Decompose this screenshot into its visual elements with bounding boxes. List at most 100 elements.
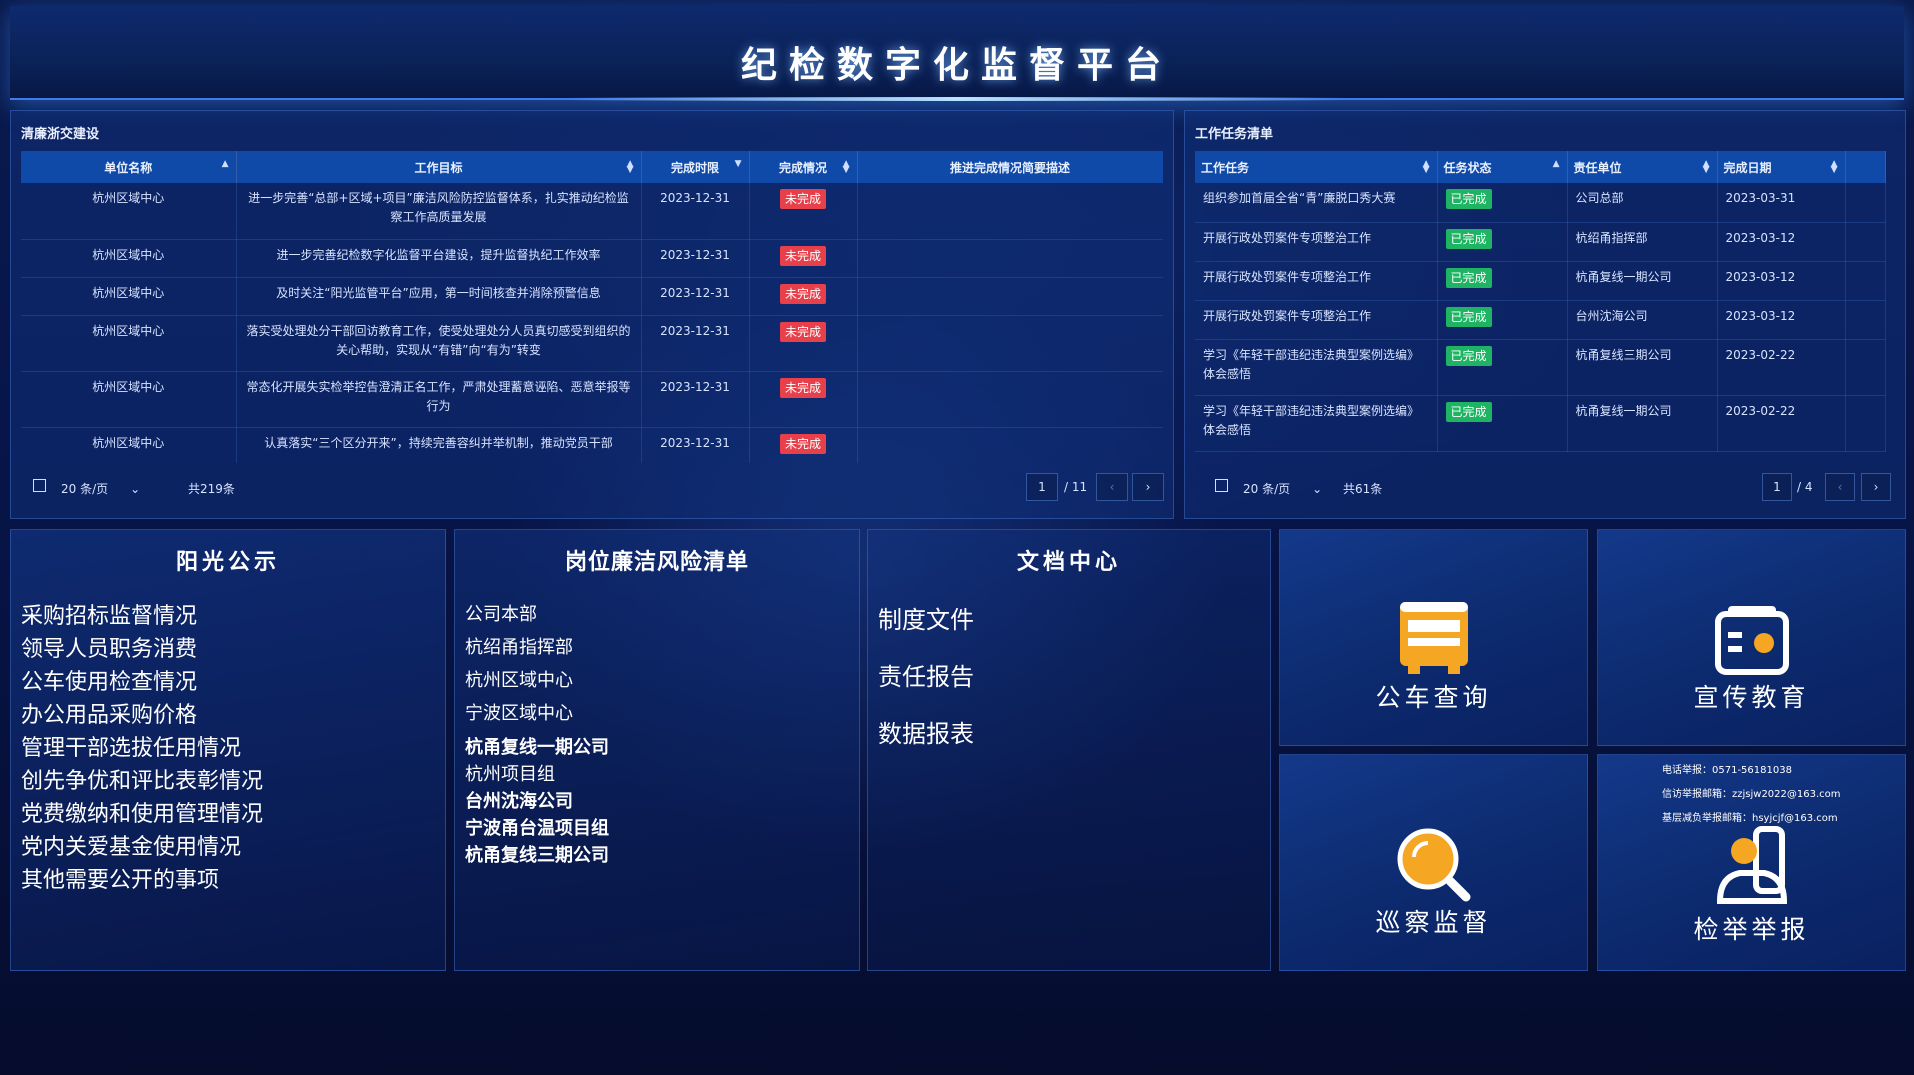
cell-unit: 台州沈海公司: [1567, 300, 1718, 340]
sort-icon[interactable]: ▲: [1553, 160, 1560, 169]
sort-icon[interactable]: ▼: [735, 160, 742, 169]
task-list-panel: 工作任务清单 工作任务 ▲ ▼ 任务状态 ▲ 责任单位 ▲ ▼ 完成日期 ▲ ▼ 组织参加首届…: [1184, 110, 1906, 519]
cell-goal: 及时关注“阳光监管平台”应用，第一时间核查并消除预警信息: [236, 277, 642, 316]
column-header-task[interactable]: 工作任务 ▲ ▼: [1195, 151, 1438, 183]
cell-goal: 落实受处理处分干部回访教育工作，使受处理处分人员真切感受到组织的关心帮助，实现从…: [236, 315, 642, 372]
total-count: 共61条: [1343, 482, 1383, 496]
table-scroll-area[interactable]: 工作任务 ▲ ▼ 任务状态 ▲ 责任单位 ▲ ▼ 完成日期 ▲ ▼ 组织参加首届全省“青”廉脱…: [1195, 151, 1895, 463]
column-header-goal[interactable]: 工作目标 ▲ ▼: [236, 151, 642, 183]
cell-date: 2023-03-31: [1717, 183, 1846, 223]
goal-table: 单位名称 ▲ 工作目标 ▲ ▼ 完成时限 ▼ 完成情况 ▲ ▼ 推进完成情况简要描述 杭州区…: [21, 151, 1163, 463]
table-row[interactable]: 杭州区域中心 认真落实“三个区分开来”，持续完善容纠并举机制，推动党员干部 20…: [21, 427, 1163, 463]
cell-status: 已完成: [1437, 339, 1568, 396]
page-number-input[interactable]: 1: [1762, 473, 1792, 501]
cell-unit: 杭绍甬指挥部: [1567, 222, 1718, 262]
cell-desc: [857, 427, 1163, 463]
list-item[interactable]: 其他需要公开的事项: [21, 862, 219, 894]
cell-status: 未完成: [749, 371, 858, 428]
list-item[interactable]: 台州沈海公司: [465, 787, 573, 813]
table-row[interactable]: 杭州区域中心 进一步完善“总部+区域+项目”廉洁风险防控监督体系，扎实推动纪检监…: [21, 183, 1163, 240]
cell-status: 已完成: [1437, 395, 1568, 452]
cell-status: 已完成: [1437, 222, 1568, 262]
patrol-supervision-tile[interactable]: 巡察监督: [1279, 754, 1588, 971]
column-header-deadline[interactable]: 完成时限 ▼: [641, 151, 750, 183]
list-item[interactable]: 杭甬复线一期公司: [465, 733, 609, 759]
list-item[interactable]: 采购招标监督情况: [21, 598, 197, 630]
chevron-down-icon: ⌄: [1312, 482, 1323, 496]
doc-link-data[interactable]: 数据报表: [878, 714, 974, 749]
sort-icon[interactable]: ▲ ▼: [1703, 160, 1710, 175]
cell-empty: [1845, 183, 1886, 223]
list-item[interactable]: 宁波区域中心: [465, 699, 573, 725]
list-item[interactable]: 杭绍甬指挥部: [465, 633, 573, 659]
bus-icon: [1400, 602, 1468, 674]
next-page-button[interactable]: ›: [1861, 473, 1891, 501]
cell-deadline: 2023-12-31: [641, 427, 750, 463]
table-row[interactable]: 杭州区域中心 落实受处理处分干部回访教育工作，使受处理处分人员真切感受到组织的关…: [21, 315, 1163, 372]
cell-goal: 常态化开展失实检举控告澄清正名工作，严肃处理蓄意诬陷、恶意举报等行为: [236, 371, 642, 428]
table-row[interactable]: 杭州区域中心 及时关注“阳光监管平台”应用，第一时间核查并消除预警信息 2023…: [21, 277, 1163, 316]
car-query-tile[interactable]: 公车查询: [1279, 529, 1588, 746]
status-badge: 已完成: [1445, 306, 1492, 327]
cell-unit: 杭甬复线一期公司: [1567, 261, 1718, 301]
cell-status: 未完成: [749, 277, 858, 316]
column-settings-icon[interactable]: [1215, 479, 1228, 492]
status-badge: 未完成: [779, 189, 826, 209]
list-item[interactable]: 公司本部: [465, 600, 537, 626]
report-tile[interactable]: 电话举报：0571-56181038 信访举报邮箱：zzjsjw2022@163…: [1597, 754, 1906, 971]
list-item[interactable]: 领导人员职务消费: [21, 631, 197, 663]
list-item[interactable]: 杭州项目组: [465, 760, 555, 786]
table-row[interactable]: 学习《年轻干部违纪违法典型案例选编》体会感悟 已完成 杭甬复线三期公司 2023…: [1195, 339, 1886, 396]
tile-label: 公车查询: [1375, 683, 1492, 712]
page-number-input[interactable]: 1: [1026, 473, 1058, 501]
doc-link-policies[interactable]: 制度文件: [878, 600, 974, 635]
list-item[interactable]: 党内关爱基金使用情况: [21, 829, 241, 861]
column-settings-icon[interactable]: [33, 479, 46, 492]
column-header-desc: 推进完成情况简要描述: [857, 151, 1163, 183]
sort-icon[interactable]: ▲ ▼: [843, 160, 850, 175]
panel-title: 清廉浙交建设: [21, 127, 100, 142]
table-row[interactable]: 开展行政处罚案件专项整治工作 已完成 台州沈海公司 2023-03-12: [1195, 300, 1886, 340]
next-page-button[interactable]: ›: [1132, 473, 1164, 501]
list-item[interactable]: 管理干部选拔任用情况: [21, 730, 241, 762]
doc-link-reports[interactable]: 责任报告: [878, 657, 974, 692]
prev-page-button[interactable]: ‹: [1825, 473, 1855, 501]
list-item[interactable]: 党费缴纳和使用管理情况: [21, 796, 263, 828]
sort-icon[interactable]: ▲: [222, 160, 229, 169]
education-tile[interactable]: 宣传教育: [1597, 529, 1906, 746]
sort-icon[interactable]: ▲ ▼: [1831, 160, 1838, 175]
table-row[interactable]: 开展行政处罚案件专项整治工作 已完成 杭甬复线一期公司 2023-03-12: [1195, 261, 1886, 301]
table-row[interactable]: 学习《年轻干部违纪违法典型案例选编》体会感悟 已完成 杭甬复线一期公司 2023…: [1195, 395, 1886, 452]
list-item[interactable]: 杭甬复线三期公司: [465, 841, 609, 867]
list-item[interactable]: 杭州区域中心: [465, 666, 573, 692]
list-item[interactable]: 宁波甬台温项目组: [465, 814, 609, 840]
column-header-date[interactable]: 完成日期 ▲ ▼: [1717, 151, 1846, 183]
cell-unit: 杭甬复线一期公司: [1567, 395, 1718, 452]
table-scroll-area[interactable]: 单位名称 ▲ 工作目标 ▲ ▼ 完成时限 ▼ 完成情况 ▲ ▼ 推进完成情况简要描述 杭州区…: [21, 151, 1163, 463]
list-item[interactable]: 办公用品采购价格: [21, 697, 197, 729]
list-item[interactable]: 公车使用检查情况: [21, 664, 197, 696]
cell-unit: 杭甬复线三期公司: [1567, 339, 1718, 396]
table-row[interactable]: 杭州区域中心 进一步完善纪检数字化监督平台建设，提升监督执纪工作效率 2023-…: [21, 239, 1163, 278]
table-row[interactable]: 杭州区域中心 常态化开展失实检举控告澄清正名工作，严肃处理蓄意诬陷、恶意举报等行…: [21, 371, 1163, 428]
column-header-status[interactable]: 完成情况 ▲ ▼: [749, 151, 858, 183]
list-item[interactable]: 创先争优和评比表彰情况: [21, 763, 263, 795]
status-badge: 未完成: [779, 245, 826, 266]
prev-page-button[interactable]: ‹: [1096, 473, 1128, 501]
column-header-unit[interactable]: 单位名称 ▲: [21, 151, 237, 183]
column-header-unit[interactable]: 责任单位 ▲ ▼: [1567, 151, 1718, 183]
sort-icon[interactable]: ▲ ▼: [1423, 160, 1430, 175]
table-row[interactable]: 开展行政处罚案件专项整治工作 已完成 杭绍甬指挥部 2023-03-12: [1195, 222, 1886, 262]
cell-date: 2023-03-12: [1717, 300, 1846, 340]
cell-deadline: 2023-12-31: [641, 315, 750, 372]
table-row[interactable]: 组织参加首届全省“青”廉脱口秀大赛 已完成 公司总部 2023-03-31: [1195, 183, 1886, 223]
sort-icon[interactable]: ▲ ▼: [627, 160, 634, 175]
status-badge: 已完成: [1445, 345, 1492, 366]
column-header-status[interactable]: 任务状态 ▲: [1437, 151, 1568, 183]
cell-unit: 杭州区域中心: [21, 315, 237, 372]
page-total: / 11: [1064, 480, 1088, 494]
page-size-select[interactable]: 20 条/页 ⌄: [61, 480, 140, 497]
page-size-select[interactable]: 20 条/页 ⌄: [1243, 480, 1322, 497]
cell-date: 2023-02-22: [1717, 339, 1846, 396]
section-title: 阳光公示: [175, 550, 280, 575]
